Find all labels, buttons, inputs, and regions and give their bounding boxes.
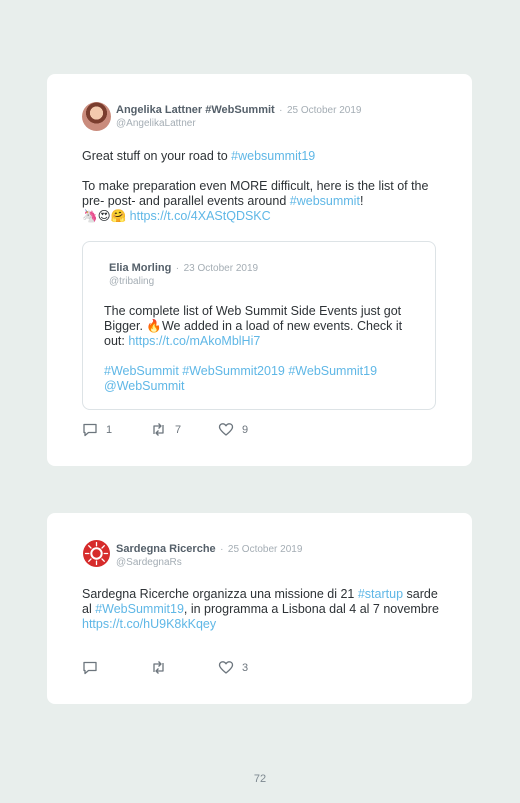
reply-icon [82,660,98,675]
tweet-date[interactable]: 25 October 2019 [287,105,362,116]
tweet-link[interactable]: https://t.co/4XAStQDSKC [130,209,271,223]
meta-separator: · [220,544,224,555]
tweet-header: Angelika Lattner #WebSummit · 25 October… [82,102,361,131]
meta-separator: · [279,105,283,116]
reply-icon [82,422,98,437]
retweet-icon [150,422,167,437]
quoted-tweet-date[interactable]: 23 October 2019 [184,263,259,274]
heart-icon [218,422,234,437]
tweet-actions: 3 [82,660,248,675]
tweet-link[interactable]: https://t.co/hU9K8kKqey [82,617,216,631]
avatar[interactable] [82,539,111,573]
author-handle[interactable]: @SardegnaRs [116,556,302,569]
tweet-text-run: To make preparation even MORE difficult,… [82,179,429,208]
retweet-button[interactable]: 7 [150,422,218,437]
tweet-header: Sardegna Ricerche · 25 October 2019 @Sar… [82,539,302,573]
tweet-link[interactable]: #WebSummit19 [95,602,184,616]
meta-separator: · [175,263,180,274]
retweet-count: 7 [175,423,182,436]
author-name[interactable]: Sardegna Ricerche [116,543,216,555]
tweet-link[interactable]: #websummit19 [231,149,315,163]
tweet-link[interactable]: #WebSummit #WebSummit2019 #WebSummit19 @… [104,364,381,393]
tweet-actions: 1 7 9 [82,422,248,437]
tweet-text-run: Sardegna Ricerche organizza una missione… [82,587,358,601]
tweet-text-run: , in programma a Lisbona dal 4 al 7 nove… [183,602,443,616]
quoted-tweet-text: The complete list of Web Summit Side Eve… [104,304,414,394]
tweet-card: Sardegna Ricerche · 25 October 2019 @Sar… [47,513,472,704]
tweet-text-run: Great stuff on your road to [82,149,232,163]
avatar[interactable] [82,102,111,131]
tweet-card: Angelika Lattner #WebSummit · 25 October… [47,74,472,466]
quoted-tweet[interactable]: Elia Morling · 23 October 2019 @tribalin… [82,241,436,410]
tweet-text: Sardegna Ricerche organizza una missione… [82,587,442,632]
page-number: 72 [253,773,267,785]
tweet-meta: Angelika Lattner #WebSummit · 25 October… [116,102,361,130]
reply-count: 1 [106,423,113,436]
quoted-tweet-header: Elia Morling · 23 October 2019 @tribalin… [109,260,258,288]
like-count: 3 [242,661,249,674]
tweet-date[interactable]: 25 October 2019 [228,544,303,555]
author-handle[interactable]: @AngelikaLattner [116,117,361,130]
author-name[interactable]: Angelika Lattner #WebSummit [116,104,275,116]
tweet-link[interactable]: https://t.co/mAkoMblHi7 [128,334,260,348]
retweet-icon [150,660,167,675]
sun-logo-icon [82,539,111,573]
tweet-link[interactable]: #startup [358,587,403,601]
heart-icon [218,660,234,675]
retweet-button[interactable] [150,660,218,675]
tweet-link[interactable]: #websummit [290,194,360,208]
tweet-text: Great stuff on your road to #websummit19… [82,149,442,224]
reply-button[interactable] [82,660,150,675]
quoted-author-name[interactable]: Elia Morling [109,262,171,274]
like-count: 9 [242,423,249,436]
reply-button[interactable]: 1 [82,422,150,437]
tweet-meta: Sardegna Ricerche · 25 October 2019 @Sar… [116,541,302,569]
quoted-author-handle[interactable]: @tribaling [109,275,258,288]
like-button[interactable]: 3 [218,660,248,675]
like-button[interactable]: 9 [218,422,248,437]
